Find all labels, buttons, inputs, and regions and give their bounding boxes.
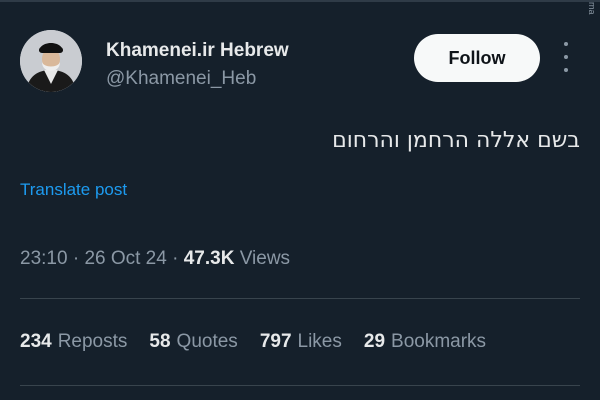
stat-count: 58 (149, 331, 171, 352)
more-dot (564, 55, 568, 59)
avatar[interactable] (20, 30, 82, 92)
post-date[interactable]: 26 Oct 24 (84, 248, 166, 269)
bookmarks-stat[interactable]: 29 Bookmarks (364, 331, 486, 353)
views-label: Views (239, 248, 291, 269)
top-divider (0, 0, 600, 2)
engagement-stats: 234 Reposts 58 Quotes 797 Likes 29 Bookmarks (20, 331, 486, 353)
divider (20, 298, 580, 299)
watermark: ma (587, 2, 597, 15)
translate-post-link[interactable]: Translate post (20, 180, 127, 200)
more-dot (564, 68, 568, 72)
stat-count: 234 (20, 331, 52, 352)
user-handle[interactable]: @Khamenei_Heb (106, 68, 256, 90)
display-name[interactable]: Khamenei.ir Hebrew (106, 40, 289, 62)
follow-button[interactable]: Follow (414, 34, 540, 82)
more-dot (564, 42, 568, 46)
stat-count: 29 (363, 331, 386, 352)
reposts-stat[interactable]: 234 Reposts (20, 331, 127, 353)
divider (20, 385, 580, 386)
stat-label: Reposts (57, 331, 128, 352)
avatar-image (20, 30, 82, 92)
meta-separator: · (172, 248, 179, 269)
post-meta: 23:10 · 26 Oct 24 · 47.3K Views (20, 248, 290, 270)
meta-separator: · (72, 248, 80, 269)
views-count: 47.3K (183, 248, 235, 269)
quotes-stat[interactable]: 58 Quotes (149, 331, 237, 353)
stat-label: Quotes (176, 331, 238, 352)
stat-label: Bookmarks (391, 331, 487, 352)
more-vertical-icon[interactable] (558, 42, 574, 72)
stat-count: 797 (259, 331, 292, 352)
stat-label: Likes (297, 331, 342, 352)
likes-stat[interactable]: 797 Likes (260, 331, 342, 353)
post-time[interactable]: 23:10 (20, 248, 68, 269)
post-text: בשם אללה הרחמן והרחום (332, 128, 580, 153)
